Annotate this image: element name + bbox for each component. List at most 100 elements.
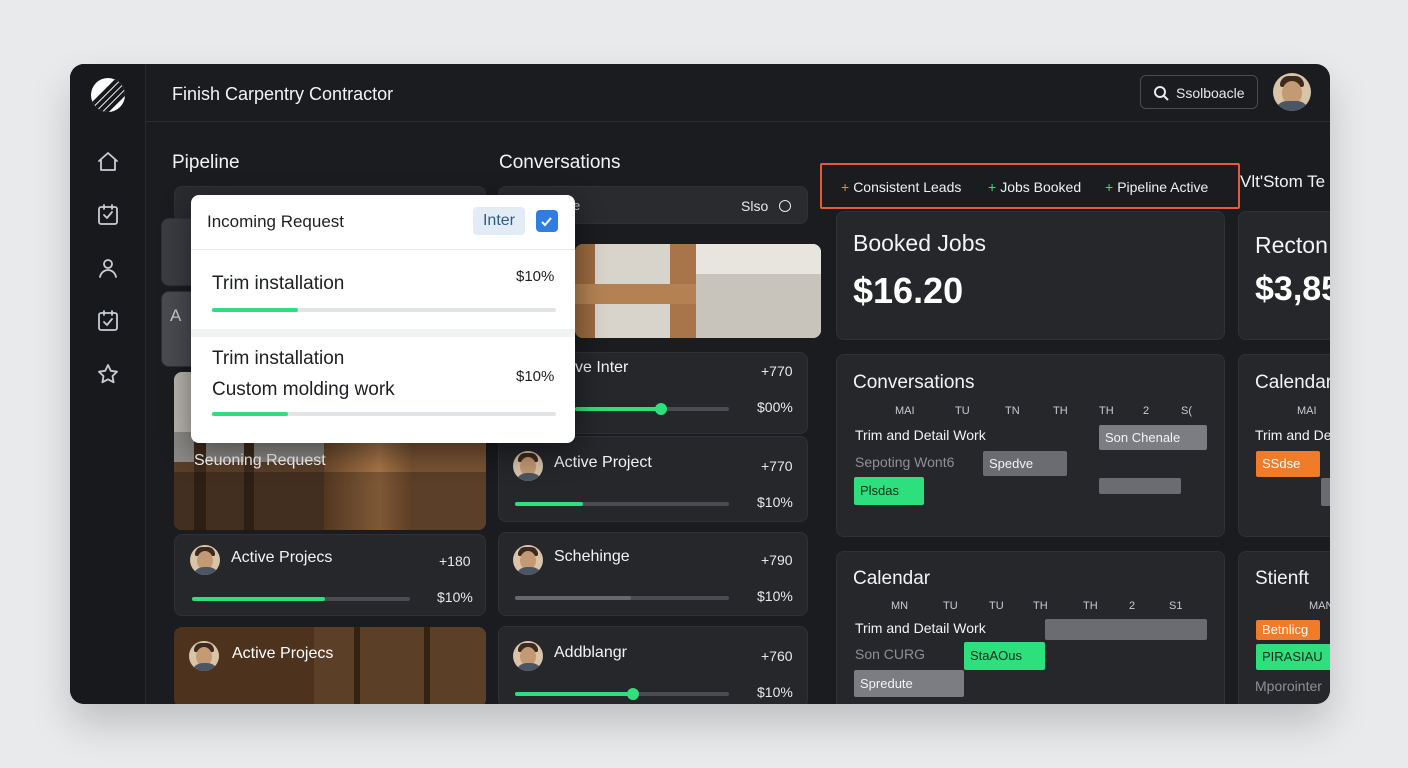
card-title: Recton [1255,232,1328,258]
pipeline-heading: Pipeline [172,152,240,173]
avatar [513,641,543,671]
schedule-block[interactable] [1045,619,1207,640]
card-count: +770 [761,363,793,379]
day-label: MAN [1309,600,1330,612]
row-label: Sepoting Wont6 [855,454,955,470]
search-label: Ssolboacle [1176,85,1245,101]
avatar [513,545,543,575]
card-title: Active Project [554,454,652,471]
app-title: Finish Carpentry Contractor [172,84,394,104]
tag-label: Pipeline Active [1117,179,1209,195]
schedule-chip[interactable]: PIRASIAU [1256,644,1330,670]
schedule-chip[interactable]: Spredute [854,670,964,697]
booked-value: $16.20 [853,270,964,311]
search-text: Slso [741,198,769,214]
progress-bar [192,597,410,601]
home-icon[interactable] [96,150,120,174]
search-circle-icon [779,200,791,212]
app-window: Finish Carpentry Contractor Ssolboacle P… [70,64,1330,704]
sidebar [70,64,146,704]
divider [191,249,575,250]
divider [191,329,575,337]
search-button[interactable]: Ssolboacle [1140,75,1258,109]
logo-icon[interactable] [91,78,125,112]
schedule-chip[interactable]: Spedve [983,451,1067,476]
pipeline-card[interactable]: Active Projecs +180 $10% [174,534,486,616]
conversation-card[interactable]: Active Project +770 $10% [498,436,808,522]
row-label: Trim and Detail Work [855,427,986,443]
row-label: Trim and Detail Work [855,620,986,636]
calendar-card: Calendar MN TU TU TH TH 2 S1 Trim and De… [836,551,1225,704]
avatar [190,545,220,575]
card-title: ve Inter [575,359,629,376]
stienft-card: Stienft MAN Betnlicg PIRASIAU Mporointer [1238,551,1330,704]
day-label: 2 [1129,600,1136,612]
day-label: TN [1005,405,1020,417]
progress-bar [212,412,556,416]
checklist-icon[interactable] [96,203,120,227]
pipeline-card-image[interactable]: Active Projecs [174,627,486,704]
search-icon [1154,86,1169,101]
popup-title: Incoming Request [207,212,345,231]
card-count: +180 [439,553,471,569]
recton-value: $3,85 [1255,270,1330,308]
tag-jobs-booked[interactable]: + Jobs Booked [988,179,1081,195]
card-title: Booked Jobs [853,230,986,256]
day-label: S1 [1169,600,1183,612]
row-label: Son CURG [855,646,926,662]
user-icon[interactable] [96,256,120,280]
schedule-block[interactable] [1099,478,1181,494]
card-value: $10% [757,684,793,700]
overflow-tab[interactable]: Vlt'Stom Te [1240,172,1325,192]
request-item-value: $10% [516,268,555,285]
day-label: TU [943,600,958,612]
wood-texture [174,627,486,704]
request-item-label: Trim installation [212,273,345,294]
progress-slider[interactable] [575,403,729,415]
day-label: TH [1033,600,1048,612]
day-label: TU [989,600,1004,612]
progress-bar [515,596,729,600]
day-label: TU [955,405,970,417]
window-trim-photo [575,244,821,338]
schedule-chip[interactable]: SSdse [1256,451,1320,477]
conversation-card[interactable]: Schehinge +790 $10% [498,532,808,616]
progress-bar [212,308,556,312]
image-caption: Seuoning Request [194,452,326,469]
schedule-block[interactable] [1321,478,1330,506]
schedule-chip[interactable]: Son Chenale [1099,425,1207,450]
conversation-card[interactable]: Addblangr +760 $10% [498,626,808,704]
inter-badge[interactable]: Inter [473,207,525,235]
topbar: Finish Carpentry Contractor Ssolboacle [146,64,1330,122]
conversations-heading: Conversations [499,152,621,173]
schedule-chip[interactable]: Plsdas [854,477,924,505]
card-count: +760 [761,648,793,664]
card-title: Active Projecs [231,549,333,566]
card-value: $10% [757,494,793,510]
tag-pipeline-active[interactable]: + Pipeline Active [1105,179,1208,195]
request-item-sublabel: Custom molding work [212,379,395,400]
booked-jobs-card[interactable]: Booked Jobs $16.20 [836,211,1225,340]
user-avatar[interactable] [1273,73,1311,111]
tag-consistent-leads[interactable]: + Consistent Leads [841,179,961,195]
tag-label: Jobs Booked [1000,179,1082,195]
star-icon[interactable] [96,362,120,386]
panel-title: Conversations [853,372,975,393]
card-value: $10% [757,588,793,604]
check-icon[interactable] [536,210,558,232]
avatar [513,451,543,481]
row-label: Trim and De [1255,427,1330,443]
request-item-label: Trim installation [212,348,345,369]
calendar-check-icon[interactable] [96,309,120,333]
day-label: TH [1099,405,1114,417]
schedule-chip[interactable]: StaAOus [964,642,1045,670]
side-letter: A [170,306,182,325]
card-title: Addblangr [554,644,627,661]
recton-card[interactable]: Recton $3,85 [1238,211,1330,340]
day-label: 2 [1143,405,1150,417]
conversation-image [575,244,821,338]
schedule-chip[interactable]: Betnlicg [1256,620,1320,640]
progress-slider[interactable] [515,688,729,700]
card-value: $00% [757,399,793,415]
conversations-schedule: Conversations MAI TU TN TH TH 2 S( Trim … [836,354,1225,537]
